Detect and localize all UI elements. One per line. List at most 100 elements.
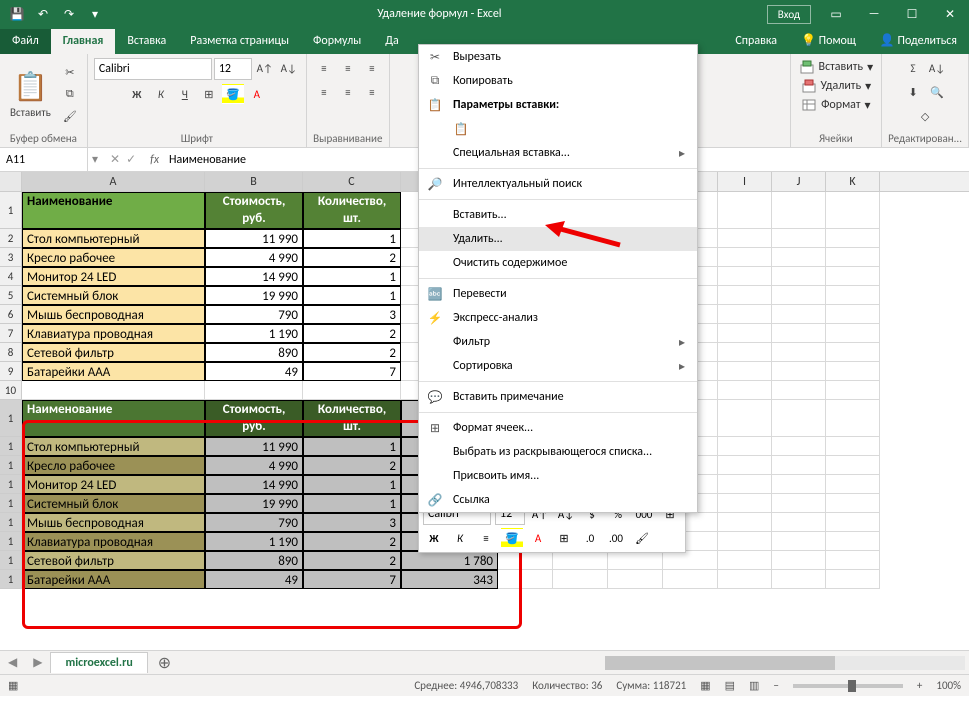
cell[interactable]: Стоимость, руб.: [205, 400, 303, 437]
cell[interactable]: [826, 324, 880, 343]
mini-fill-color-icon[interactable]: 🪣: [501, 528, 523, 548]
border-icon[interactable]: ⊞: [198, 84, 220, 104]
row-header[interactable]: 9: [0, 362, 22, 381]
cell[interactable]: [553, 570, 608, 589]
cell[interactable]: 2: [303, 456, 401, 475]
cell[interactable]: 343: [401, 570, 498, 589]
cell[interactable]: [772, 305, 826, 324]
cell[interactable]: 790: [205, 513, 303, 532]
cell[interactable]: 19 990: [205, 494, 303, 513]
share-button[interactable]: 👤 Поделиться: [868, 28, 969, 54]
cell[interactable]: Мышь беспроводная: [22, 305, 205, 324]
cell[interactable]: [826, 551, 880, 570]
delete-cells-button[interactable]: Удалить ▾: [799, 77, 874, 95]
cell[interactable]: [608, 570, 663, 589]
cell[interactable]: 2: [303, 248, 401, 267]
row-header[interactable]: 10: [0, 381, 22, 400]
cell[interactable]: [826, 494, 880, 513]
cell[interactable]: Системный блок: [22, 494, 205, 513]
cell[interactable]: [826, 437, 880, 456]
cell[interactable]: [772, 267, 826, 286]
row-header[interactable]: 1: [0, 570, 22, 589]
select-all-corner[interactable]: [0, 172, 22, 191]
cell[interactable]: Стол компьютерный: [22, 437, 205, 456]
zoom-level[interactable]: 100%: [936, 679, 961, 692]
cell[interactable]: [498, 551, 553, 570]
namebox-dropdown-icon[interactable]: ▾: [88, 152, 102, 167]
cell[interactable]: [772, 400, 826, 437]
ctx-filter[interactable]: Фильтр▸: [419, 330, 697, 354]
cell[interactable]: [826, 192, 880, 229]
cell[interactable]: 1: [303, 267, 401, 286]
row-header[interactable]: 1: [0, 456, 22, 475]
cell[interactable]: 14 990: [205, 475, 303, 494]
cell[interactable]: Клавиатура проводная: [22, 324, 205, 343]
maximize-icon[interactable]: ☐: [893, 0, 931, 28]
cell[interactable]: [663, 551, 718, 570]
row-header[interactable]: 6: [0, 305, 22, 324]
zoom-out-icon[interactable]: −: [773, 679, 778, 692]
cell[interactable]: [772, 381, 826, 400]
cell[interactable]: 1: [303, 286, 401, 305]
cell[interactable]: Сетевой фильтр: [22, 343, 205, 362]
tab-insert[interactable]: Вставка: [115, 29, 178, 54]
cell[interactable]: [718, 494, 772, 513]
ctx-sort[interactable]: Сортировка▸: [419, 354, 697, 378]
find-icon[interactable]: 🔍: [926, 82, 948, 102]
cell[interactable]: Системный блок: [22, 286, 205, 305]
tab-data[interactable]: Да: [373, 29, 410, 54]
tell-me[interactable]: 💡 Помощ: [789, 28, 868, 54]
mini-inc-decimal-icon[interactable]: .0: [579, 528, 601, 548]
cell[interactable]: 890: [205, 551, 303, 570]
cell[interactable]: [772, 343, 826, 362]
cell[interactable]: Количество, шт.: [303, 400, 401, 437]
font-size-select[interactable]: [214, 58, 252, 80]
shrink-font-icon[interactable]: A↓: [278, 58, 300, 78]
ctx-link[interactable]: 🔗Ссылка: [419, 488, 697, 512]
column-header[interactable]: I: [718, 172, 772, 191]
mini-format-painter-icon[interactable]: 🖌: [631, 528, 653, 548]
ctx-paste-special[interactable]: Специальная вставка...▸: [419, 141, 697, 165]
ctx-cut[interactable]: ✂Вырезать: [419, 45, 697, 69]
fill-color-icon[interactable]: 🪣: [222, 84, 244, 104]
cell[interactable]: [772, 362, 826, 381]
ctx-comment[interactable]: 💬Вставить примечание: [419, 385, 697, 409]
cell[interactable]: 7: [303, 570, 401, 589]
cell[interactable]: Наименование: [22, 400, 205, 437]
cell[interactable]: [826, 456, 880, 475]
cell[interactable]: [718, 456, 772, 475]
view-break-icon[interactable]: ▥: [749, 679, 759, 692]
cell[interactable]: [826, 532, 880, 551]
align-center-icon[interactable]: ≡: [337, 82, 359, 102]
close-icon[interactable]: ✕: [931, 0, 969, 28]
row-header[interactable]: 1: [0, 551, 22, 570]
row-header[interactable]: 2: [0, 229, 22, 248]
sheet-tab-active[interactable]: microexcel.ru: [50, 652, 147, 673]
cell[interactable]: Монитор 24 LED: [22, 267, 205, 286]
cell[interactable]: [718, 475, 772, 494]
cell[interactable]: [498, 570, 553, 589]
cell[interactable]: [718, 324, 772, 343]
cell[interactable]: [772, 229, 826, 248]
mini-font-color-icon[interactable]: A: [527, 528, 549, 548]
zoom-slider[interactable]: [793, 684, 903, 688]
row-header[interactable]: 8: [0, 343, 22, 362]
cell[interactable]: 890: [205, 343, 303, 362]
login-button[interactable]: Вход: [767, 5, 811, 24]
qat-dropdown-icon[interactable]: ▾: [84, 3, 106, 25]
cell[interactable]: Количество, шт.: [303, 192, 401, 229]
cell[interactable]: [772, 513, 826, 532]
horizontal-scrollbar[interactable]: [181, 656, 969, 670]
cell[interactable]: Мышь беспроводная: [22, 513, 205, 532]
format-cells-button[interactable]: Формат ▾: [799, 96, 873, 114]
cell[interactable]: [718, 248, 772, 267]
name-box[interactable]: A11: [0, 148, 88, 171]
cell[interactable]: 1 190: [205, 324, 303, 343]
cell[interactable]: [718, 437, 772, 456]
cell[interactable]: 49: [205, 570, 303, 589]
cell[interactable]: Сетевой фильтр: [22, 551, 205, 570]
underline-button[interactable]: Ч: [174, 84, 196, 104]
column-header[interactable]: K: [826, 172, 880, 191]
mini-italic[interactable]: К: [449, 528, 471, 548]
cell[interactable]: 790: [205, 305, 303, 324]
